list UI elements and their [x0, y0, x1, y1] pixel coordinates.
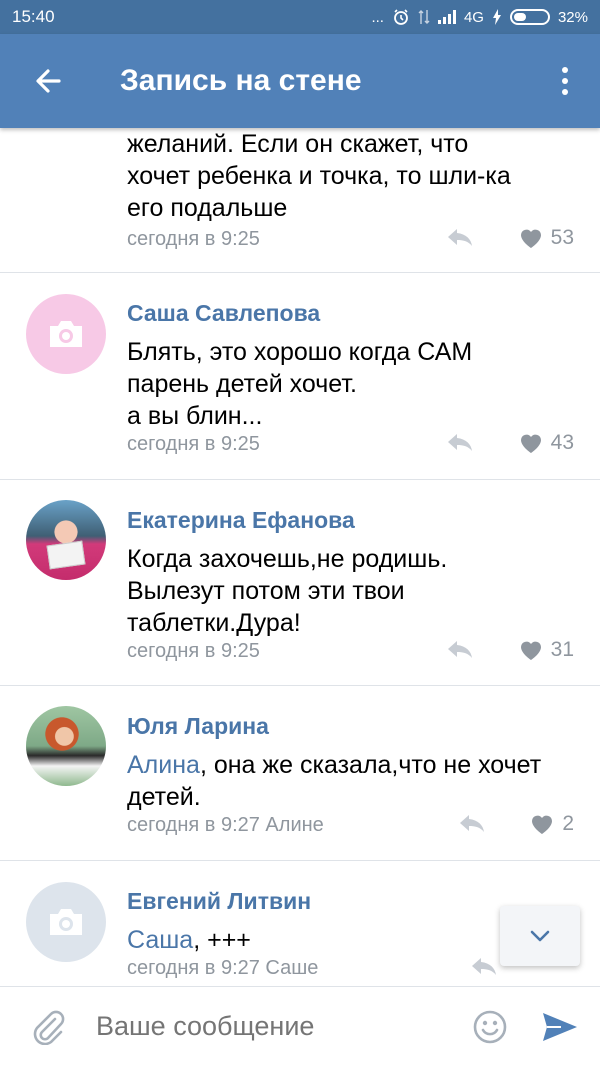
heart-icon: [520, 641, 541, 660]
heart-icon: [532, 815, 553, 834]
charging-icon: [492, 9, 501, 25]
comment-time: сегодня в 9:25: [127, 433, 260, 455]
chevron-down-icon: [530, 930, 550, 942]
comment-time: сегодня в 9:27 Алине: [127, 814, 324, 836]
like-count: 31: [550, 638, 574, 661]
mention-link[interactable]: Алина: [127, 751, 200, 779]
comment-text: Когда захочешь,не родишь. Вылезут потом …: [127, 545, 448, 637]
reply-icon[interactable]: [446, 226, 474, 248]
avatar[interactable]: [26, 500, 106, 580]
comment-time: сегодня в 9:25: [127, 228, 260, 250]
status-icons: ... 4G 32%: [371, 8, 588, 26]
alarm-icon: [394, 9, 408, 25]
reply-icon[interactable]: [446, 431, 474, 453]
status-dots: ...: [371, 8, 384, 26]
scroll-down-button[interactable]: [500, 906, 580, 966]
like-button[interactable]: 31: [519, 638, 574, 662]
avatar[interactable]: [26, 294, 106, 374]
comment-text: желаний. Если он скажет, что хочет ребен…: [127, 130, 511, 222]
signal-icon: [437, 10, 456, 24]
comments-feed[interactable]: желаний. Если он скажет, что хочет ребен…: [0, 128, 600, 986]
attach-button[interactable]: [0, 987, 96, 1066]
author-name[interactable]: Саша Савлепова: [127, 300, 320, 327]
send-icon: [543, 1012, 577, 1041]
comment-time: сегодня в 9:25: [127, 640, 260, 662]
back-button[interactable]: [0, 34, 96, 128]
message-input[interactable]: [96, 1011, 460, 1042]
mention-link[interactable]: Саша: [127, 926, 193, 954]
reply-icon[interactable]: [446, 638, 474, 660]
status-time: 15:40: [12, 7, 55, 26]
like-count: 2: [562, 812, 574, 835]
like-button[interactable]: 2: [530, 812, 574, 836]
heart-icon: [520, 434, 541, 453]
arrow-left-icon: [36, 69, 61, 93]
paperclip-icon: [33, 1010, 65, 1045]
comment-item: Екатерина Ефанова Когда захочешь,не роди…: [0, 480, 600, 686]
avatar[interactable]: [26, 706, 106, 786]
message-composer: [0, 986, 600, 1066]
smile-icon: [473, 1010, 507, 1043]
like-count: 53: [550, 226, 574, 249]
reply-icon[interactable]: [458, 812, 486, 834]
comment-item: желаний. Если он скажет, что хочет ребен…: [0, 128, 600, 273]
emoji-button[interactable]: [460, 1010, 520, 1044]
status-bar: 15:40 ... 4G 32%: [0, 0, 600, 34]
like-button[interactable]: 53: [519, 226, 574, 250]
camera-icon: [50, 909, 82, 935]
comment-text: Алина, она же сказала,что не хочет детей…: [127, 751, 542, 811]
comment-item: Саша Савлепова Блять, это хорошо когда С…: [0, 273, 600, 480]
like-button[interactable]: 43: [519, 431, 574, 455]
avatar[interactable]: [26, 882, 106, 962]
more-menu-button[interactable]: [530, 34, 600, 128]
battery-level: 32%: [557, 8, 588, 26]
heart-icon: [520, 229, 541, 248]
network-type: 4G: [463, 8, 484, 26]
reply-icon[interactable]: [470, 955, 498, 977]
app-bar: Запись на стене: [0, 34, 600, 128]
like-count: 43: [550, 431, 574, 454]
page-title: Запись на стене: [120, 64, 362, 97]
comment-item: Юля Ларина Алина, она же сказала,что не …: [0, 686, 600, 861]
author-name[interactable]: Екатерина Ефанова: [127, 507, 355, 534]
battery-icon: [509, 9, 550, 25]
comment-text: Блять, это хорошо когда САМ парень детей…: [127, 338, 473, 430]
data-transfer-icon: [418, 10, 430, 24]
camera-icon: [50, 321, 82, 347]
author-name[interactable]: Евгений Литвин: [127, 888, 311, 915]
send-button[interactable]: [520, 1011, 600, 1043]
author-name[interactable]: Юля Ларина: [127, 713, 269, 740]
comment-time: сегодня в 9:27 Саше: [127, 957, 319, 979]
